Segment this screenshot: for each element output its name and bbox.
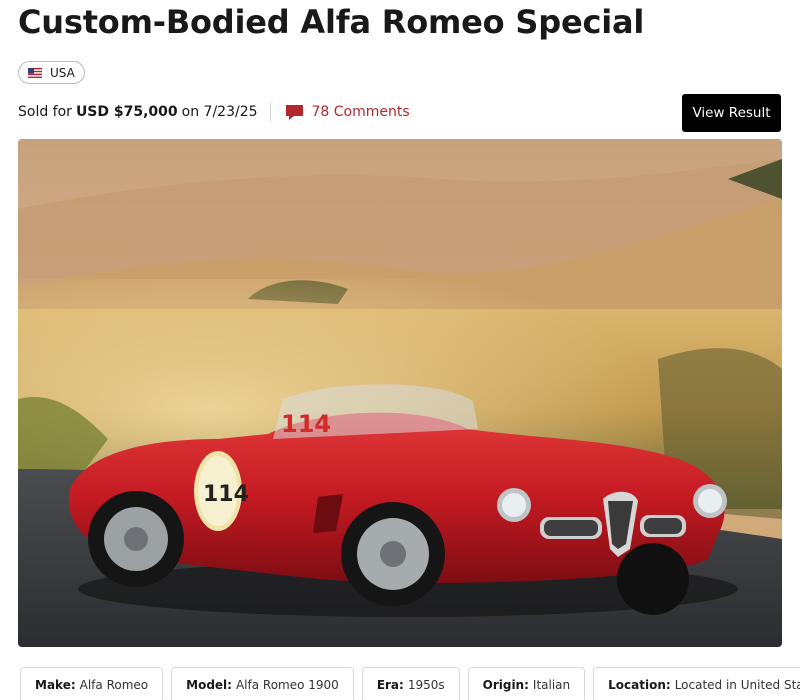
spec-key: Era: xyxy=(376,678,404,692)
spec-value: Located in United States xyxy=(674,678,800,692)
spec-key: Model: xyxy=(186,678,232,692)
comment-bubble-icon xyxy=(285,104,304,121)
sold-info-row: Sold for USD $75,000 on 7/23/25 78 Comme… xyxy=(18,100,410,124)
page-title: Custom-Bodied Alfa Romeo Special xyxy=(18,3,645,41)
spec-value: 1950s xyxy=(407,678,445,692)
sold-prefix: Sold for xyxy=(18,104,72,120)
spec-key: Origin: xyxy=(482,678,529,692)
spec-location[interactable]: Location: Located in United States xyxy=(593,667,800,700)
spec-model[interactable]: Model: Alfa Romeo 1900 xyxy=(171,667,354,700)
comments-label: 78 Comments xyxy=(311,104,410,120)
divider xyxy=(269,103,271,121)
car-photo[interactable]: 114 114 xyxy=(18,139,782,647)
us-flag-icon xyxy=(28,67,42,78)
spec-value: Alfa Romeo xyxy=(79,678,149,692)
country-badge[interactable]: USA xyxy=(18,61,85,84)
door-number: 114 xyxy=(203,482,249,507)
windshield-number: 114 xyxy=(281,410,331,438)
comments-link[interactable]: 78 Comments xyxy=(285,104,410,121)
spec-key: Location: xyxy=(608,678,671,692)
spec-value: Alfa Romeo 1900 xyxy=(235,678,339,692)
spec-origin[interactable]: Origin: Italian xyxy=(467,667,586,700)
spec-chips: Make: Alfa Romeo Model: Alfa Romeo 1900 … xyxy=(20,667,800,700)
view-result-button[interactable]: View Result xyxy=(682,94,781,132)
spec-key: Make: xyxy=(35,678,76,692)
spec-era[interactable]: Era: 1950s xyxy=(361,667,460,700)
country-label: USA xyxy=(50,65,75,80)
spec-value: Italian xyxy=(532,678,571,692)
spec-make[interactable]: Make: Alfa Romeo xyxy=(20,667,164,700)
sold-date: on 7/23/25 xyxy=(181,104,258,120)
sold-price: USD $75,000 xyxy=(75,104,178,120)
